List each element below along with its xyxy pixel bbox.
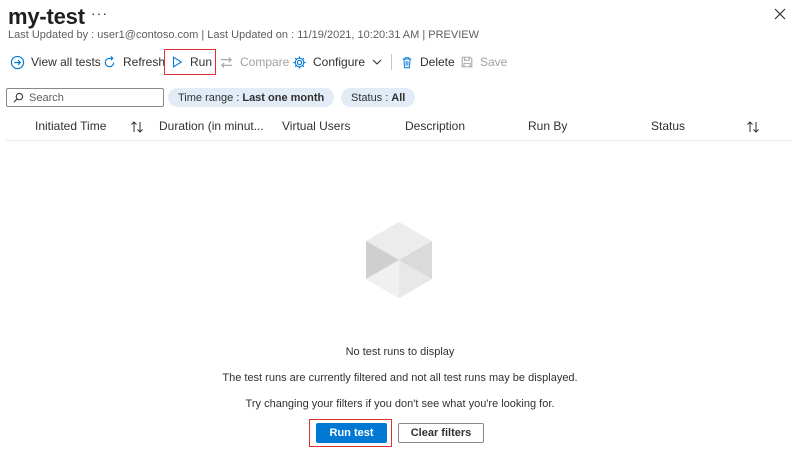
toolbar-divider [391,54,392,70]
view-all-tests-label: View all tests [31,55,101,69]
refresh-label: Refresh [123,55,166,69]
column-duration[interactable]: Duration (in minut... [159,119,264,133]
time-range-value: Last one month [242,91,325,104]
status-filter-label: Status : [351,91,389,104]
cube-icon [366,222,432,298]
view-all-tests-button[interactable]: View all tests [10,49,101,75]
table-header: Initiated Time Duration (in minut... Vir… [6,112,792,141]
column-initiated-time[interactable]: Initiated Time [35,119,106,133]
empty-state-hint: Try changing your filters if you don't s… [245,398,555,410]
column-virtual-users[interactable]: Virtual Users [282,119,350,133]
compare-label: Compare [240,55,290,69]
status-filter-value: All [391,91,406,104]
page-title: my-test [8,4,85,29]
compare-button[interactable]: Compare [219,49,289,75]
run-button[interactable]: Run [170,49,212,75]
empty-state-title: No test runs to display [345,346,455,358]
arrow-circle-icon [10,55,25,69]
gear-icon [293,55,306,69]
search-placeholder: Search [29,91,64,104]
save-icon [461,56,473,68]
sort-icon[interactable] [130,120,144,134]
play-icon [172,56,183,68]
time-range-label: Time range : [178,91,240,104]
command-bar: View all tests Refresh Run Compare Confi… [6,49,526,75]
save-button[interactable]: Save [460,49,507,75]
close-icon[interactable] [772,6,788,22]
sort-icon[interactable] [746,120,760,134]
last-updated-info: Last Updated by : user1@contoso.com | La… [8,29,480,41]
clear-filters-button[interactable]: Clear filters [398,423,484,443]
time-range-filter[interactable]: Time range : Last one month [168,88,335,107]
search-input[interactable]: Search [6,88,164,107]
more-options-button[interactable]: ··· [91,5,108,21]
delete-button[interactable]: Delete [400,49,455,75]
search-icon [13,92,24,103]
configure-label: Configure [313,55,366,69]
trash-icon [402,56,412,68]
empty-state-message: The test runs are currently filtered and… [222,372,578,384]
refresh-button[interactable]: Refresh [102,49,165,75]
delete-label: Delete [420,55,455,69]
run-test-button[interactable]: Run test [316,423,387,443]
status-filter[interactable]: Status : All [341,88,416,107]
run-label: Run [190,55,213,69]
column-description[interactable]: Description [405,119,465,133]
configure-menu-button[interactable]: Configure [292,49,383,75]
compare-arrows-icon [220,56,233,68]
save-label: Save [480,55,508,69]
column-status[interactable]: Status [651,119,685,133]
column-run-by[interactable]: Run By [528,119,567,133]
chevron-down-icon [372,59,382,65]
refresh-icon [104,55,115,67]
